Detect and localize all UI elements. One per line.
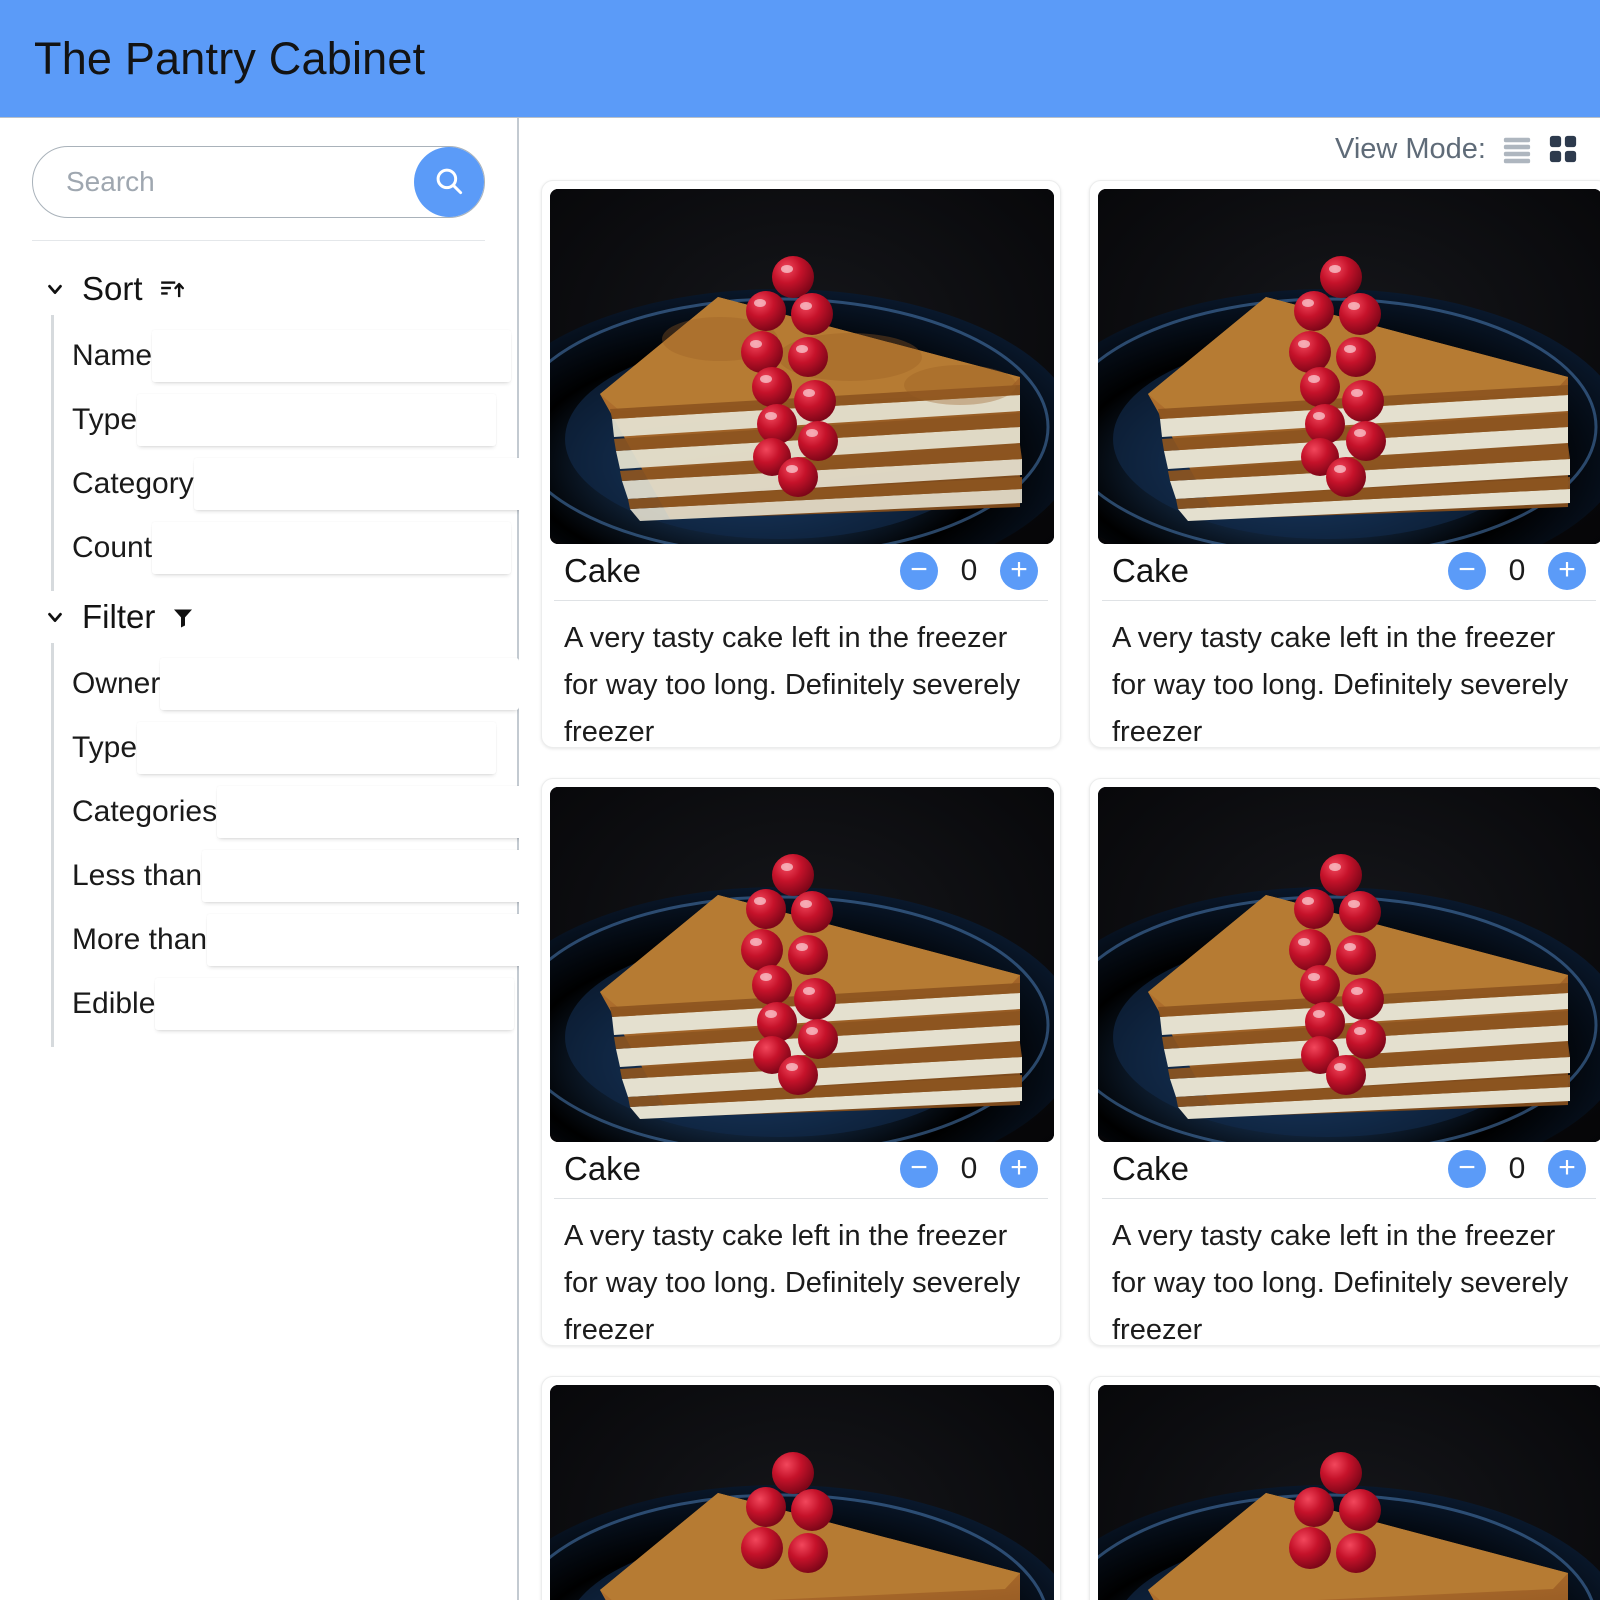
sort-category-input[interactable] [193,458,553,510]
page-title: The Pantry Cabinet [34,32,426,84]
sort-label: Sort [82,270,143,307]
sort-field-name: Name [54,325,512,387]
card-description: A very tasty cake left in the freezer fo… [1112,622,1569,747]
field-label: Type [72,731,138,764]
search-icon [432,164,466,201]
count-stepper: − 0 + [1448,552,1586,590]
chevron-down-icon [44,278,66,300]
body-container: Sort Name Type Category [0,118,1600,1600]
item-card[interactable]: Cake − 0 + A very tasty cake left in the… [1089,1376,1600,1600]
card-description: A very tasty cake left in the freezer fo… [564,622,1021,747]
filter-field-type: Type [54,717,497,779]
cake-image [1098,189,1600,544]
filter-label: Filter [82,598,156,635]
card-header: Cake − 0 + [1102,544,1596,601]
cake-image [1098,787,1600,1142]
chevron-down-icon [44,606,66,628]
search-bar [32,146,485,218]
filter-field-edible: Edible [54,973,515,1035]
filter-field-less-than: Less than [54,845,562,907]
cake-image [550,189,1054,544]
decrement-button[interactable]: − [1448,552,1486,590]
filter-more-than-input[interactable] [207,914,567,966]
count-value: 0 [960,1152,978,1185]
field-label: Categories [72,795,218,828]
list-view-icon[interactable] [1502,134,1532,164]
card-title: Cake [564,1150,642,1187]
search-input[interactable] [66,146,405,218]
card-title: Cake [1112,1150,1190,1187]
decrement-button[interactable]: − [900,552,938,590]
sort-name-input[interactable] [152,330,512,382]
filter-fields: Owner Type Categories Less than More tha… [51,643,577,1047]
filter-group-header[interactable]: Filter [32,591,485,643]
item-card[interactable]: Cake − 0 + A very tasty cake left in the… [541,1376,1061,1600]
filter-field-categories: Categories [54,781,577,843]
sort-field-count: Count [54,517,512,579]
increment-button[interactable]: + [1000,1150,1038,1188]
count-value: 0 [1508,1152,1526,1185]
sort-ascending-icon [159,276,185,302]
filter-less-than-input[interactable] [202,850,562,902]
view-mode-bar: View Mode: [539,118,1600,180]
sidebar: Sort Name Type Category [0,118,577,1600]
field-label: Owner [72,667,161,700]
sort-type-input[interactable] [137,394,497,446]
filter-edible-input[interactable] [155,978,515,1030]
field-label: Edible [72,987,156,1020]
count-value: 0 [1508,554,1526,587]
item-card[interactable]: Cake − 0 + A very tasty cake left in the… [541,180,1061,748]
increment-button[interactable]: + [1000,552,1038,590]
sort-field-category: Category [54,453,553,515]
increment-button[interactable]: + [1548,1150,1586,1188]
item-card[interactable]: Cake − 0 + A very tasty cake left in the… [541,778,1061,1346]
card-title: Cake [1112,552,1190,589]
card-description: A very tasty cake left in the freezer fo… [564,1220,1021,1345]
count-stepper: − 0 + [900,1150,1038,1188]
card-header: Cake − 0 + [554,544,1048,601]
funnel-icon [171,605,195,629]
card-header: Cake − 0 + [554,1142,1048,1199]
card-description: A very tasty cake left in the freezer fo… [1112,1220,1569,1345]
filter-field-owner: Owner [54,653,520,715]
card-title: Cake [564,552,642,589]
sort-fields: Name Type Category Count [51,315,553,591]
app-header: The Pantry Cabinet [0,0,1600,118]
main-content: View Mode: Cake − 0 + A very tasty cake … [519,118,1600,1600]
sort-count-input[interactable] [152,522,512,574]
card-header: Cake − 0 + [1102,1142,1596,1199]
cake-image [550,1385,1054,1600]
field-label: More than [72,923,208,956]
card-grid: Cake − 0 + A very tasty cake left in the… [539,180,1600,1600]
increment-button[interactable]: + [1548,552,1586,590]
sort-field-type: Type [54,389,497,451]
sidebar-divider [32,240,485,241]
field-label: Less than [72,859,203,892]
search-button[interactable] [414,147,484,217]
item-card[interactable]: Cake − 0 + A very tasty cake left in the… [1089,778,1600,1346]
cake-image [550,787,1054,1142]
field-label: Type [72,403,138,436]
count-value: 0 [960,554,978,587]
field-label: Name [72,339,153,372]
view-mode-label: View Mode: [1335,132,1486,165]
count-stepper: − 0 + [1448,1150,1586,1188]
sort-group-header[interactable]: Sort [32,263,485,315]
field-label: Category [72,467,194,500]
item-card[interactable]: Cake − 0 + A very tasty cake left in the… [1089,180,1600,748]
field-label: Count [72,531,153,564]
count-stepper: − 0 + [900,552,1038,590]
filter-owner-input[interactable] [160,658,520,710]
decrement-button[interactable]: − [1448,1150,1486,1188]
decrement-button[interactable]: − [900,1150,938,1188]
cake-image [1098,1385,1600,1600]
grid-view-icon[interactable] [1548,134,1578,164]
filter-field-more-than: More than [54,909,567,971]
filter-type-input[interactable] [137,722,497,774]
